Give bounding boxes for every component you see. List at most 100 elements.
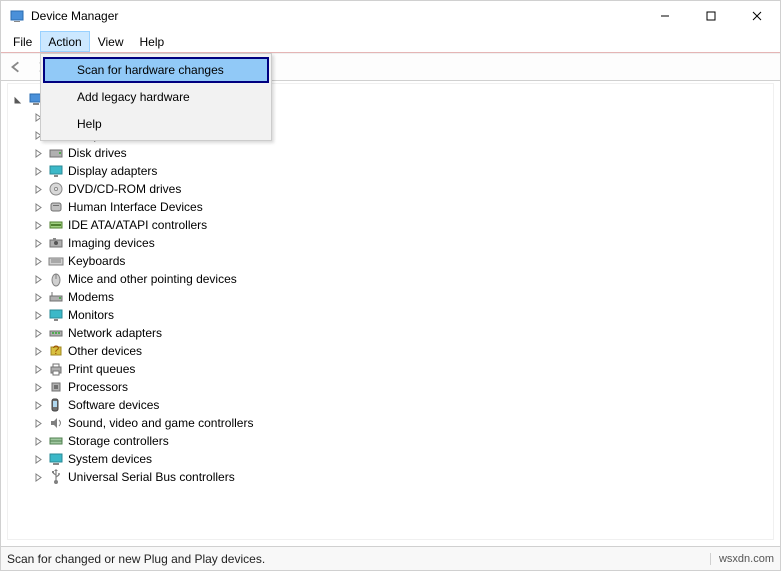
dvd-icon: [48, 181, 64, 197]
tree-node-label: Other devices: [68, 344, 142, 358]
expander-closed-icon[interactable]: [32, 309, 44, 321]
tree-node-dvd[interactable]: DVD/CD-ROM drives: [12, 180, 769, 198]
expander-closed-icon[interactable]: [32, 183, 44, 195]
expander-closed-icon[interactable]: [32, 471, 44, 483]
usb-icon: [48, 469, 64, 485]
tree-node-label: Processors: [68, 380, 128, 394]
expander-closed-icon[interactable]: [32, 237, 44, 249]
menu-help-label: Help: [140, 35, 165, 49]
expander-closed-icon[interactable]: [32, 291, 44, 303]
tree-node-usb[interactable]: Universal Serial Bus controllers: [12, 468, 769, 486]
software-icon: [48, 397, 64, 413]
keyboard-icon: [48, 253, 64, 269]
tree-node-cpu[interactable]: Processors: [12, 378, 769, 396]
tree-node-keyboard[interactable]: Keyboards: [12, 252, 769, 270]
expander-closed-icon[interactable]: [32, 435, 44, 447]
tree-node-imaging[interactable]: Imaging devices: [12, 234, 769, 252]
menu-item-help[interactable]: Help: [43, 111, 269, 137]
tree-node-ide[interactable]: IDE ATA/ATAPI controllers: [12, 216, 769, 234]
menu-item-label: Scan for hardware changes: [77, 63, 224, 77]
expander-closed-icon[interactable]: [32, 453, 44, 465]
storage-icon: [48, 433, 64, 449]
expander-closed-icon[interactable]: [32, 165, 44, 177]
tree-node-label: Display adapters: [68, 164, 157, 178]
expander-closed-icon[interactable]: [32, 417, 44, 429]
display-icon: [48, 163, 64, 179]
other-icon: ?: [48, 343, 64, 359]
device-tree[interactable]: BluetoothComputerDisk drivesDisplay adap…: [7, 83, 774, 540]
titlebar: Device Manager: [1, 1, 780, 31]
tree-node-label: System devices: [68, 452, 152, 466]
tree-node-label: IDE ATA/ATAPI controllers: [68, 218, 207, 232]
imaging-icon: [48, 235, 64, 251]
svg-text:?: ?: [53, 343, 60, 357]
tree-node-storage[interactable]: Storage controllers: [12, 432, 769, 450]
expander-closed-icon[interactable]: [32, 273, 44, 285]
tree-node-sound[interactable]: Sound, video and game controllers: [12, 414, 769, 432]
expander-closed-icon[interactable]: [32, 201, 44, 213]
modem-icon: [48, 289, 64, 305]
ide-icon: [48, 217, 64, 233]
menu-view[interactable]: View: [90, 31, 132, 52]
menu-item-label: Add legacy hardware: [77, 90, 190, 104]
back-button[interactable]: [5, 56, 27, 78]
statusbar: Scan for changed or new Plug and Play de…: [1, 546, 780, 570]
tree-node-label: Keyboards: [68, 254, 125, 268]
tree-node-label: Network adapters: [68, 326, 162, 340]
tree-node-label: Modems: [68, 290, 114, 304]
tree-node-hid[interactable]: Human Interface Devices: [12, 198, 769, 216]
mouse-icon: [48, 271, 64, 287]
tree-node-modem[interactable]: Modems: [12, 288, 769, 306]
expander-closed-icon[interactable]: [32, 327, 44, 339]
tree-node-printer[interactable]: Print queues: [12, 360, 769, 378]
tree-node-mouse[interactable]: Mice and other pointing devices: [12, 270, 769, 288]
sound-icon: [48, 415, 64, 431]
printer-icon: [48, 361, 64, 377]
tree-node-other[interactable]: ? Other devices: [12, 342, 769, 360]
tree-node-label: Human Interface Devices: [68, 200, 203, 214]
tree-node-label: Mice and other pointing devices: [68, 272, 237, 286]
expander-open-icon[interactable]: [12, 93, 24, 105]
tree-node-label: DVD/CD-ROM drives: [68, 182, 181, 196]
tree-node-software[interactable]: Software devices: [12, 396, 769, 414]
expander-closed-icon[interactable]: [32, 255, 44, 267]
expander-closed-icon[interactable]: [32, 345, 44, 357]
tree-node-label: Sound, video and game controllers: [68, 416, 253, 430]
tree-node-label: Monitors: [68, 308, 114, 322]
menu-item-add-legacy[interactable]: Add legacy hardware: [43, 84, 269, 110]
monitor-icon: [48, 307, 64, 323]
expander-closed-icon[interactable]: [32, 363, 44, 375]
tree-node-label: Disk drives: [68, 146, 127, 160]
menu-file[interactable]: File: [5, 31, 40, 52]
tree-node-display[interactable]: Display adapters: [12, 162, 769, 180]
expander-closed-icon[interactable]: [32, 147, 44, 159]
tree-node-monitor[interactable]: Monitors: [12, 306, 769, 324]
expander-closed-icon[interactable]: [32, 399, 44, 411]
statusbar-right: wsxdn.com: [710, 553, 774, 565]
tree-node-label: Universal Serial Bus controllers: [68, 470, 235, 484]
minimize-button[interactable]: [642, 1, 688, 31]
menubar: File Action View Help: [1, 31, 780, 53]
tree-node-label: Print queues: [68, 362, 135, 376]
expander-closed-icon[interactable]: [32, 381, 44, 393]
menu-action[interactable]: Action: [40, 31, 89, 52]
action-dropdown: Scan for hardware changes Add legacy har…: [40, 53, 272, 141]
disk-icon: [48, 145, 64, 161]
menu-action-label: Action: [48, 35, 81, 49]
menu-help[interactable]: Help: [132, 31, 173, 52]
maximize-button[interactable]: [688, 1, 734, 31]
cpu-icon: [48, 379, 64, 395]
menu-item-scan-hardware[interactable]: Scan for hardware changes: [43, 57, 269, 83]
expander-closed-icon[interactable]: [32, 219, 44, 231]
tree-node-label: Storage controllers: [68, 434, 169, 448]
tree-node-disk[interactable]: Disk drives: [12, 144, 769, 162]
tree-node-system[interactable]: System devices: [12, 450, 769, 468]
hid-icon: [48, 199, 64, 215]
tree-node-label: Software devices: [68, 398, 159, 412]
tree-node-network[interactable]: Network adapters: [12, 324, 769, 342]
window-title: Device Manager: [31, 9, 118, 23]
menu-view-label: View: [98, 35, 124, 49]
menu-file-label: File: [13, 35, 32, 49]
menu-item-label: Help: [77, 117, 102, 131]
close-button[interactable]: [734, 1, 780, 31]
